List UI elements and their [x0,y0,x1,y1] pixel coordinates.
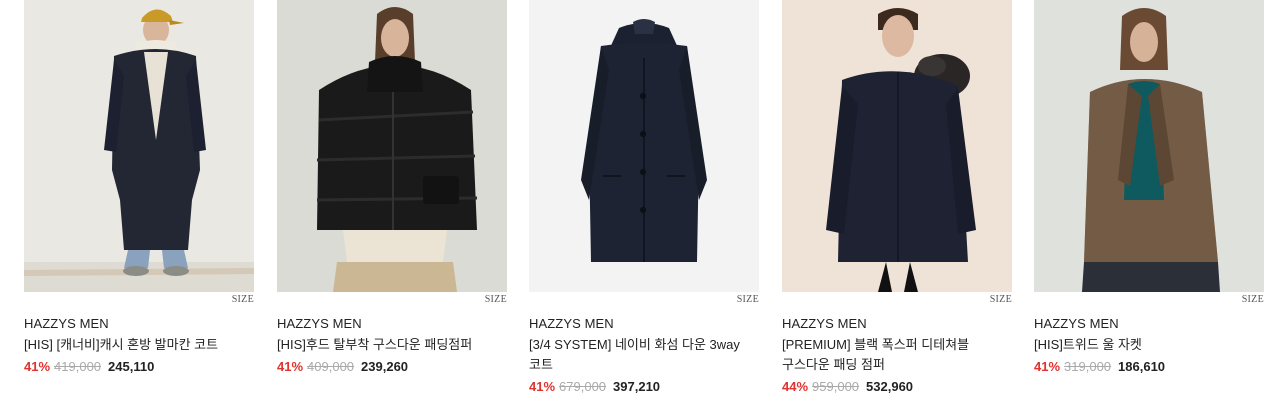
product-brand[interactable]: HAZZYS MEN [782,315,1012,332]
original-price: 419,000 [54,359,102,374]
size-guide-link[interactable]: SIZE [1242,294,1264,305]
product-card[interactable]: SIZE HAZZYS MEN [3/4 SYSTEM] 네이비 화섬 다운 3… [529,0,759,396]
product-photo [277,0,507,292]
discount-rate: 41% [529,379,556,394]
product-brand[interactable]: HAZZYS MEN [1034,315,1264,332]
product-card[interactable]: SIZE HAZZYS MEN [HIS]트위드 울 자켓 41% 319,000… [1034,0,1264,376]
original-price: 959,000 [812,379,860,394]
product-image[interactable] [782,0,1012,292]
product-photo [782,0,1012,292]
price-row: 44% 959,000 532,960 [782,378,1012,396]
product-card[interactable]: SIZE HAZZYS MEN [HIS]후드 탈부착 구스다운 패딩점퍼 41… [277,0,507,376]
sale-price: 532,960 [866,379,914,394]
product-image[interactable] [24,0,254,292]
discount-rate: 44% [782,379,809,394]
discount-rate: 41% [24,359,51,374]
price-row: 41% 679,000 397,210 [529,378,759,396]
sale-price: 186,610 [1118,359,1166,374]
product-image[interactable] [277,0,507,292]
product-image[interactable] [1034,0,1264,292]
product-brand[interactable]: HAZZYS MEN [24,315,254,332]
price-row: 41% 419,000 245,110 [24,358,254,376]
product-card[interactable]: SIZE HAZZYS MEN [HIS] [캐너비]캐시 혼방 발마칸 코트 … [24,0,254,376]
product-photo [1034,0,1264,292]
product-photo [529,0,759,292]
product-name[interactable]: [PREMIUM] 블랙 폭스퍼 디테쳐블 구스다운 패딩 점퍼 [782,335,1012,375]
size-guide-link[interactable]: SIZE [485,294,507,305]
discount-rate: 41% [277,359,304,374]
product-name[interactable]: [3/4 SYSTEM] 네이비 화섬 다운 3way 코트 [529,335,759,375]
product-name[interactable]: [HIS]후드 탈부착 구스다운 패딩점퍼 [277,335,507,355]
price-row: 41% 409,000 239,260 [277,358,507,376]
product-image[interactable] [529,0,759,292]
sale-price: 397,210 [613,379,661,394]
size-guide-link[interactable]: SIZE [232,294,254,305]
product-brand[interactable]: HAZZYS MEN [529,315,759,332]
product-card[interactable]: SIZE HAZZYS MEN [PREMIUM] 블랙 폭스퍼 디테쳐블 구스… [782,0,1012,396]
product-name[interactable]: [HIS]트위드 울 자켓 [1034,335,1264,355]
product-brand[interactable]: HAZZYS MEN [277,315,507,332]
product-name[interactable]: [HIS] [캐너비]캐시 혼방 발마칸 코트 [24,335,254,355]
sale-price: 245,110 [108,359,155,374]
size-guide-link[interactable]: SIZE [737,294,759,305]
original-price: 409,000 [307,359,355,374]
price-row: 41% 319,000 186,610 [1034,358,1264,376]
original-price: 679,000 [559,379,607,394]
sale-price: 239,260 [361,359,409,374]
product-photo [24,0,254,292]
discount-rate: 41% [1034,359,1061,374]
original-price: 319,000 [1064,359,1112,374]
product-grid: SIZE HAZZYS MEN [HIS] [캐너비]캐시 혼방 발마칸 코트 … [0,0,1266,417]
size-guide-link[interactable]: SIZE [990,294,1012,305]
